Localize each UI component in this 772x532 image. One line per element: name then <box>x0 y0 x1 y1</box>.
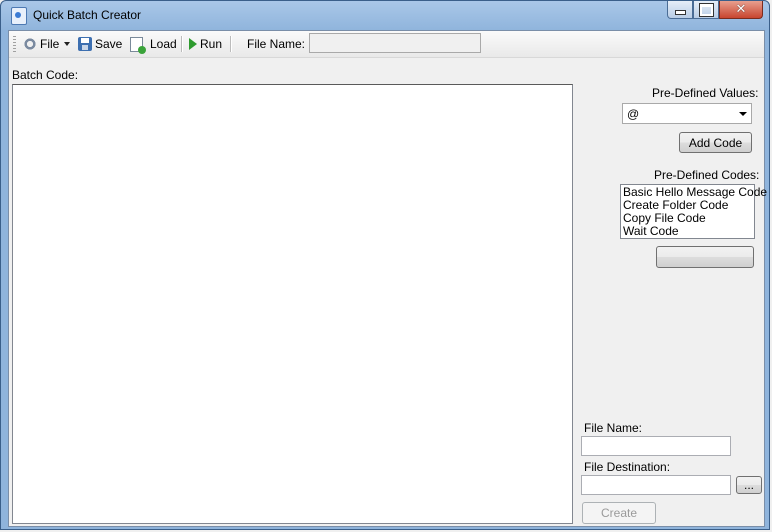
load-file-icon <box>130 36 146 54</box>
maximize-icon <box>698 2 714 17</box>
predefined-values-label: Pre-Defined Values: <box>652 86 759 100</box>
predefined-codes-label: Pre-Defined Codes: <box>654 168 760 182</box>
play-icon <box>189 38 197 50</box>
browse-button[interactable]: ... <box>736 476 762 494</box>
toolbar-filename-input[interactable] <box>309 33 481 53</box>
blank-action-button[interactable] <box>656 246 754 268</box>
gear-icon <box>23 37 37 51</box>
toolbar-separator <box>181 36 183 52</box>
app-window: Quick Batch Creator ✕ File Save Load Run… <box>0 0 770 530</box>
save-button[interactable]: Save <box>78 36 122 52</box>
list-item[interactable]: Wait Code <box>623 225 752 238</box>
run-label: Run <box>200 37 223 51</box>
file-menu-label: File <box>40 37 60 51</box>
toolbar: File Save Load Run File Name: <box>9 31 764 58</box>
predefined-values-select[interactable]: @ <box>622 103 752 124</box>
toolbar-grip-icon[interactable] <box>13 36 16 52</box>
create-button[interactable]: Create <box>582 502 656 524</box>
toolbar-separator <box>230 36 232 52</box>
file-name-input[interactable] <box>581 436 731 456</box>
close-icon: ✕ <box>735 2 747 17</box>
load-button[interactable]: Load <box>130 36 177 54</box>
minimize-icon <box>674 10 686 15</box>
batch-code-label: Batch Code: <box>12 68 79 82</box>
file-name-label: File Name: <box>584 421 643 435</box>
file-destination-label: File Destination: <box>584 460 671 474</box>
chevron-down-icon <box>64 42 71 46</box>
maximize-button[interactable] <box>693 1 719 19</box>
app-icon <box>11 7 27 25</box>
batch-code-editor[interactable] <box>12 84 573 524</box>
close-button[interactable]: ✕ <box>719 1 763 19</box>
file-destination-input[interactable] <box>581 475 731 495</box>
add-code-button[interactable]: Add Code <box>679 132 752 153</box>
floppy-disk-icon <box>78 37 92 51</box>
load-label: Load <box>150 37 177 51</box>
save-label: Save <box>95 37 123 51</box>
minimize-button[interactable] <box>667 1 693 19</box>
run-button[interactable]: Run <box>189 36 222 52</box>
predefined-values-selected: @ <box>627 107 640 121</box>
toolbar-filename-label: File Name: <box>247 37 306 51</box>
client-area: File Save Load Run File Name: Batch Code… <box>8 30 767 527</box>
chevron-down-icon <box>739 112 747 116</box>
predefined-codes-list[interactable]: Basic Hello Message Code Create Folder C… <box>620 184 767 239</box>
file-menu-button[interactable]: File <box>23 36 71 52</box>
window-title: Quick Batch Creator <box>33 8 142 22</box>
title-bar[interactable]: Quick Batch Creator ✕ <box>1 1 769 29</box>
window-controls: ✕ <box>667 1 763 21</box>
